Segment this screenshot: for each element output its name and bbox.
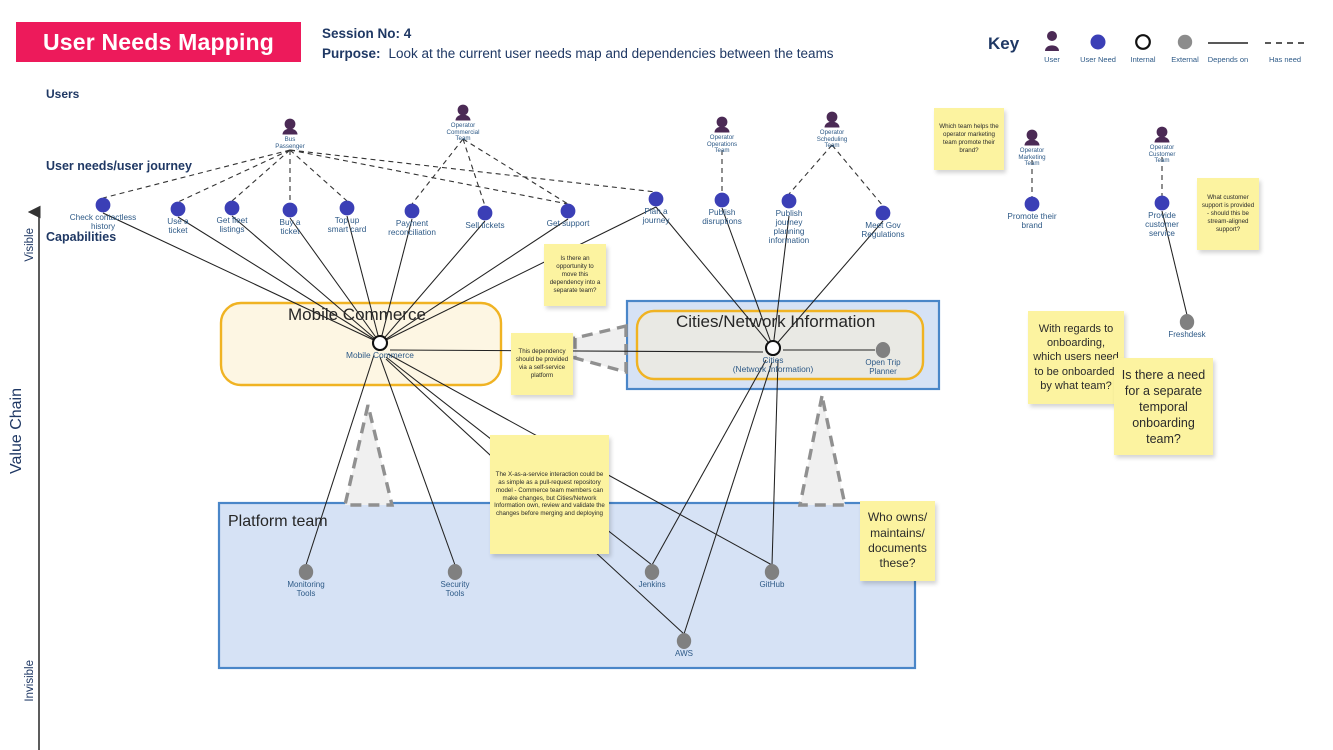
axis-label-capabilities: Capabilities xyxy=(46,230,117,244)
key-label-has-need: Has need xyxy=(1268,55,1302,64)
purpose-label: Purpose: xyxy=(322,46,381,61)
key-label: Key xyxy=(988,34,1020,53)
cities-network-title: Cities/Network Information xyxy=(676,312,876,331)
axis-label-value-chain: Value Chain xyxy=(8,388,25,474)
note-customer-support-text: What customer support is provided - shou… xyxy=(1201,194,1255,233)
note-xaas-text: The X-as-a-service interaction could be … xyxy=(494,470,605,518)
page-title-text: User Needs Mapping xyxy=(42,28,275,55)
note-operator-marketing-text: Which team helps the operator marketing … xyxy=(939,123,999,154)
purpose-text: Look at the current user needs map and d… xyxy=(388,46,834,61)
key-item-has-need: Has need xyxy=(1253,28,1317,64)
key-label-depends-on: Depends on xyxy=(1207,55,1249,64)
note-xaas[interactable]: The X-as-a-service interaction could be … xyxy=(490,435,609,554)
diagram-canvas: Bus Passenger Operator Commercial Team Oper… xyxy=(0,0,1333,750)
axis-label-invisible: Invisible xyxy=(24,660,36,702)
axis-label-user-needs: User needs/user journey xyxy=(46,159,192,173)
note-onboarding-users-text: With regards to onboarding, which users … xyxy=(1033,323,1119,392)
axis-label-visible: Visible xyxy=(24,228,36,262)
platform-team-title: Platform team xyxy=(228,513,328,530)
mobile-commerce-title: Mobile Commerce xyxy=(288,305,426,324)
key-item-depends-on: Depends on xyxy=(1196,28,1260,64)
note-who-owns[interactable]: Who owns/ maintains/ documents these? xyxy=(860,501,935,581)
note-self-service-text: This dependency should be provided via a… xyxy=(515,348,569,379)
note-operator-marketing[interactable]: Which team helps the operator marketing … xyxy=(934,108,1004,170)
axis-label-users: Users xyxy=(46,87,80,101)
purpose-row: Purpose: Look at the current user needs m… xyxy=(322,44,834,64)
solid-line-icon xyxy=(1196,28,1260,54)
note-separate-team-text: Is there an opportunity to move this dep… xyxy=(549,255,601,294)
note-temporal-onboarding[interactable]: Is there a need for a separate temporal … xyxy=(1114,358,1213,455)
note-temporal-onboarding-text: Is there a need for a separate temporal … xyxy=(1121,367,1206,446)
session-number: Session No: 4 xyxy=(322,26,412,41)
note-self-service[interactable]: This dependency should be provided via a… xyxy=(511,333,573,395)
note-customer-support[interactable]: What customer support is provided - shou… xyxy=(1197,178,1259,250)
dashed-line-icon xyxy=(1253,28,1317,54)
session-info: Session No: 4 Purpose: Look at the curren… xyxy=(322,24,834,64)
note-separate-team[interactable]: Is there an opportunity to move this dep… xyxy=(544,244,606,306)
note-who-owns-text: Who owns/ maintains/ documents these? xyxy=(867,510,928,571)
page-title: User Needs Mapping xyxy=(16,22,301,62)
note-onboarding-users[interactable]: With regards to onboarding, which users … xyxy=(1028,311,1124,404)
